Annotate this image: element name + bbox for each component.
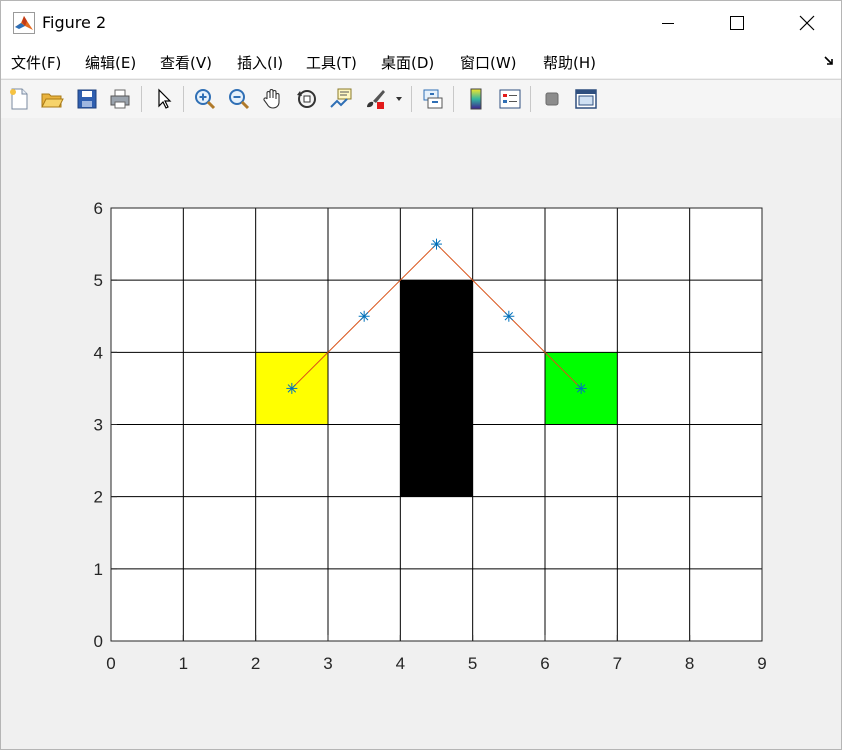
menubar-dock-arrow-icon[interactable] [823, 55, 835, 67]
menu-bar: 文件(F) 编辑(E) 查看(V) 插入(I) 工具(T) 桌面(D) 窗口(W… [1, 45, 841, 78]
menu-file[interactable]: 文件(F) [11, 52, 61, 73]
minimize-button[interactable] [637, 1, 699, 45]
hide-plot-tools-icon [545, 92, 559, 106]
y-tick-label: 6 [94, 199, 103, 218]
figure-window: Figure 2 文件(F) 编辑(E) 查看(V) 插入(I) 工具(T) 桌… [0, 0, 842, 750]
link-plot-button[interactable] [419, 85, 447, 113]
save-button[interactable] [73, 85, 101, 113]
zoom-in-icon [195, 89, 216, 110]
maximize-icon [730, 16, 744, 30]
colorbar-button[interactable] [462, 85, 490, 113]
brush-button[interactable] [361, 85, 389, 113]
open-file-icon [41, 93, 64, 108]
print-icon [110, 89, 130, 109]
x-tick-label: 0 [106, 654, 115, 673]
x-tick-label: 5 [468, 654, 477, 673]
menu-insert[interactable]: 插入(I) [237, 52, 283, 73]
data-cursor-button[interactable] [327, 85, 355, 113]
y-tick-label: 3 [94, 416, 103, 435]
menu-edit[interactable]: 编辑(E) [85, 52, 136, 73]
x-tick-label: 2 [251, 654, 260, 673]
path-marker-3 [503, 310, 515, 322]
rotate-3d-icon [297, 90, 316, 108]
minimize-icon [662, 23, 674, 24]
path-marker-2 [431, 238, 442, 250]
zoom-out-icon [229, 89, 250, 110]
data-cursor-icon [330, 88, 352, 108]
pan-hand-icon [263, 89, 280, 109]
x-tick-label: 4 [396, 654, 405, 673]
toolbar-separator [530, 86, 531, 112]
figure-toolbar [1, 79, 841, 119]
zoom-in-button[interactable] [191, 85, 219, 113]
grid-cell-1 [400, 280, 473, 497]
title-bar[interactable]: Figure 2 [1, 1, 841, 45]
save-icon [77, 89, 97, 109]
edit-plot-button[interactable] [150, 85, 178, 113]
brush-icon [367, 90, 385, 109]
y-tick-label: 0 [94, 632, 103, 651]
brush-dropdown-button[interactable] [391, 85, 407, 113]
legend-icon [499, 89, 521, 109]
y-tick-label: 1 [94, 560, 103, 579]
x-tick-label: 3 [323, 654, 332, 673]
toolbar-separator [183, 86, 184, 112]
x-tick-label: 1 [179, 654, 188, 673]
x-tick-label: 7 [613, 654, 622, 673]
link-plot-icon [423, 89, 443, 109]
legend-button[interactable] [496, 85, 524, 113]
hide-plot-tools-button[interactable] [538, 85, 566, 113]
show-plot-tools-icon [575, 89, 597, 109]
toolbar-separator [453, 86, 454, 112]
open-file-button[interactable] [38, 85, 66, 113]
toolbar-separator [141, 86, 142, 112]
close-button[interactable] [776, 1, 838, 45]
new-figure-button[interactable] [5, 85, 33, 113]
plot-axes[interactable]: 0 1 2 3 4 5 6 7 8 9 0 1 2 3 4 5 6 [1, 118, 841, 749]
menu-help[interactable]: 帮助(H) [543, 52, 596, 73]
window-title: Figure 2 [42, 13, 107, 32]
close-icon [799, 15, 815, 31]
brush-dropdown-icon [396, 97, 402, 101]
y-tick-label: 4 [94, 343, 103, 362]
x-tick-label: 9 [757, 654, 766, 673]
menu-view[interactable]: 查看(V) [160, 52, 212, 73]
menu-tools[interactable]: 工具(T) [306, 52, 357, 73]
menu-desktop[interactable]: 桌面(D) [381, 52, 434, 73]
show-plot-tools-button[interactable] [572, 85, 600, 113]
new-figure-icon [10, 88, 28, 110]
x-tick-label: 6 [540, 654, 549, 673]
y-tick-label: 2 [94, 488, 103, 507]
maximize-button[interactable] [706, 1, 768, 45]
rotate-3d-button[interactable] [293, 85, 321, 113]
x-tick-label: 8 [685, 654, 694, 673]
y-tick-label: 5 [94, 271, 103, 290]
menu-window[interactable]: 窗口(W) [460, 52, 517, 73]
figure-canvas: 0 1 2 3 4 5 6 7 8 9 0 1 2 3 4 5 6 [1, 118, 841, 749]
zoom-out-button[interactable] [225, 85, 253, 113]
colorbar-icon [470, 88, 482, 110]
toolbar-separator [411, 86, 412, 112]
matlab-logo-icon [13, 12, 35, 34]
pan-button[interactable] [259, 85, 287, 113]
print-button[interactable] [106, 85, 134, 113]
edit-plot-pointer-icon [158, 88, 172, 109]
